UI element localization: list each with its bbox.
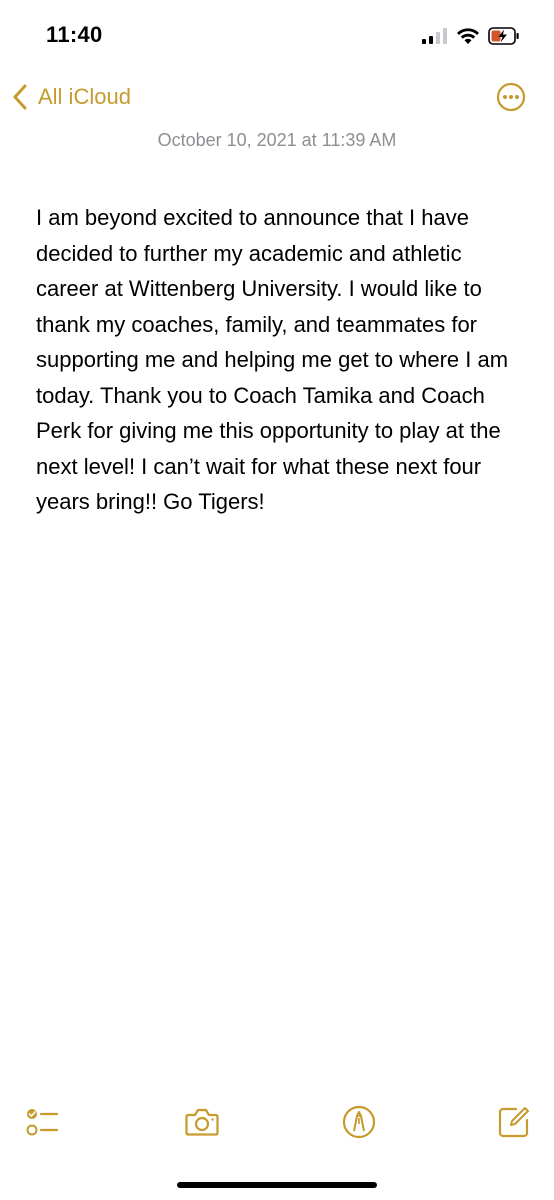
more-options-button[interactable] bbox=[496, 82, 526, 112]
battery-charging-icon bbox=[488, 27, 519, 45]
camera-icon bbox=[185, 1108, 219, 1136]
markup-pen-icon bbox=[342, 1105, 376, 1139]
note-body[interactable]: I am beyond excited to announce that I h… bbox=[36, 200, 524, 520]
status-icons bbox=[422, 24, 520, 48]
camera-button[interactable] bbox=[184, 1104, 220, 1140]
wifi-icon bbox=[457, 28, 479, 44]
compose-button[interactable] bbox=[496, 1104, 532, 1140]
ellipsis-circle-icon bbox=[496, 82, 526, 112]
bottom-toolbar bbox=[0, 1100, 554, 1144]
status-time: 11:40 bbox=[46, 22, 103, 47]
chevron-left-icon bbox=[13, 84, 27, 110]
back-label: All iCloud bbox=[38, 84, 131, 109]
compose-icon bbox=[498, 1107, 529, 1138]
markup-button[interactable] bbox=[341, 1104, 377, 1140]
cellular-signal-icon bbox=[422, 28, 447, 44]
home-indicator bbox=[177, 1182, 377, 1188]
checklist-icon bbox=[26, 1109, 59, 1136]
status-bar: 11:40 bbox=[0, 0, 554, 70]
back-button[interactable]: All iCloud bbox=[12, 84, 131, 110]
nav-bar: All iCloud bbox=[0, 80, 554, 120]
note-date: October 10, 2021 at 11:39 AM bbox=[157, 130, 397, 150]
checklist-button[interactable] bbox=[24, 1104, 60, 1140]
